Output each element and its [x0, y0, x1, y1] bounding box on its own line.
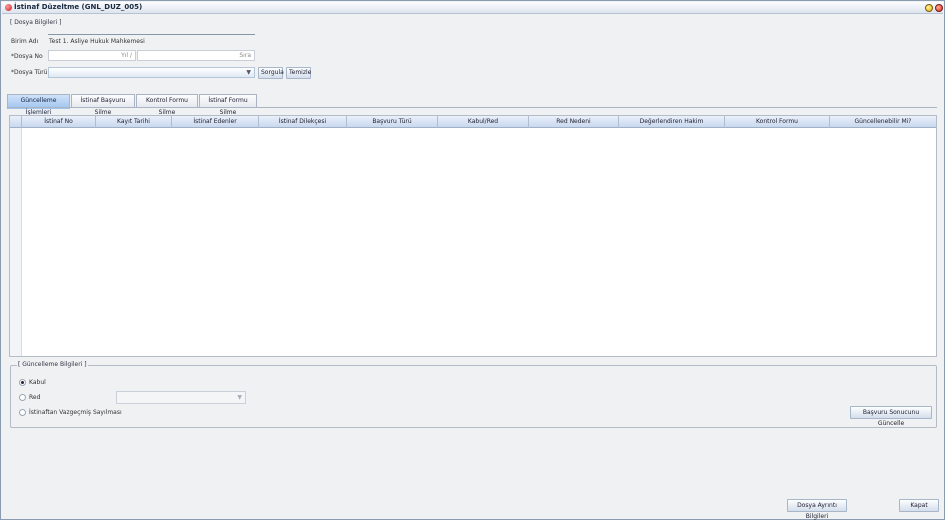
guncelleme-bilgileri-legend: [ Güncelleme Bilgileri ] [17, 361, 88, 368]
dosya-bilgileri-group: [ Dosya Bilgileri ] Birim Adı Test 1. As… [8, 19, 936, 85]
istinaftan-vazgecmis-label: İstinaftan Vazgeçmiş Sayılması [29, 409, 122, 416]
dosya-turu-label: *Dosya Türü [11, 69, 48, 76]
column-header-kayit-tarihi[interactable]: Kayıt Tarihi [96, 116, 172, 128]
kabul-radio[interactable] [19, 379, 26, 386]
dosya-ayrinti-bilgileri-button[interactable]: Dosya Ayrıntı Bilgileri [787, 499, 847, 520]
app-icon [5, 4, 12, 11]
dosya-yil-input[interactable]: Yıl / [48, 50, 136, 61]
kapat-button[interactable]: Kapat [899, 499, 939, 512]
dosya-sira-input[interactable]: Sıra [137, 50, 255, 61]
temizle-button[interactable]: Temizle [286, 67, 311, 79]
dosya-bilgileri-legend: [ Dosya Bilgileri ] [9, 19, 63, 26]
row-header-strip [10, 128, 22, 356]
birim-adi-value: Test 1. Asliye Hukuk Mahkemesi [49, 38, 145, 45]
column-header-istinaf-edenler[interactable]: İstinaf Edenler [172, 116, 259, 128]
title-bar: İstinaf Düzeltme (GNL_DUZ_005) [2, 2, 943, 14]
column-header-istinaf-dilekcesi[interactable]: İstinaf Dilekçesi [259, 116, 347, 128]
guncelleme-bilgileri-group: [ Güncelleme Bilgileri ] Kabul Red ▼ İst… [10, 361, 937, 428]
basvuru-sonucunu-guncelle-button[interactable]: Başvuru Sonucunu Güncelle [850, 406, 932, 427]
minimize-button[interactable] [925, 4, 933, 12]
table-header: İstinaf No Kayıt Tarihi İstinaf Edenler … [10, 116, 936, 128]
tab-kontrol-formu-silme[interactable]: Kontrol Formu Silme [136, 94, 198, 116]
column-header-degerlendiren-hakim[interactable]: Değerlendiren Hakim [619, 116, 725, 128]
tab-istinaf-basvuru-silme[interactable]: İstinaf Başvuru Silme [71, 94, 135, 116]
column-header-kontrol-formu[interactable]: Kontrol Formu [725, 116, 830, 128]
red-label: Red [29, 394, 41, 401]
window-title: İstinaf Düzeltme (GNL_DUZ_005) [14, 3, 143, 11]
istinaftan-vazgecmis-radio[interactable] [19, 409, 26, 416]
chevron-down-icon: ▼ [237, 394, 242, 401]
dosya-no-label: *Dosya No [11, 53, 43, 60]
chevron-down-icon: ▼ [246, 69, 251, 76]
istinaf-duzeltme-window: İstinaf Düzeltme (GNL_DUZ_005) [ Dosya B… [0, 0, 945, 520]
kabul-label: Kabul [29, 379, 46, 386]
column-header-guncellenebilir-mi[interactable]: Güncellenebilir Mi? [830, 116, 936, 128]
tab-istinaf-formu-silme[interactable]: İstinaf Formu Silme [199, 94, 257, 116]
sorgula-button[interactable]: Sorgula [258, 67, 284, 79]
column-header-kabul-red[interactable]: Kabul/Red [438, 116, 529, 128]
red-nedeni-select[interactable]: ▼ [116, 391, 246, 404]
birim-adi-label: Birim Adı [11, 38, 39, 45]
column-header-red-nedeni[interactable]: Red Nedeni [529, 116, 619, 128]
close-window-button[interactable] [935, 4, 943, 12]
row-select-header[interactable] [10, 116, 22, 128]
column-header-basvuru-turu[interactable]: Başvuru Türü [347, 116, 438, 128]
red-radio[interactable] [19, 394, 26, 401]
istinaf-table: İstinaf No Kayıt Tarihi İstinaf Edenler … [9, 115, 937, 357]
birim-adi-separator [48, 34, 255, 35]
dosya-turu-select[interactable]: ▼ [48, 67, 255, 78]
column-header-istinaf-no[interactable]: İstinaf No [22, 116, 96, 128]
tab-divider [7, 107, 937, 108]
